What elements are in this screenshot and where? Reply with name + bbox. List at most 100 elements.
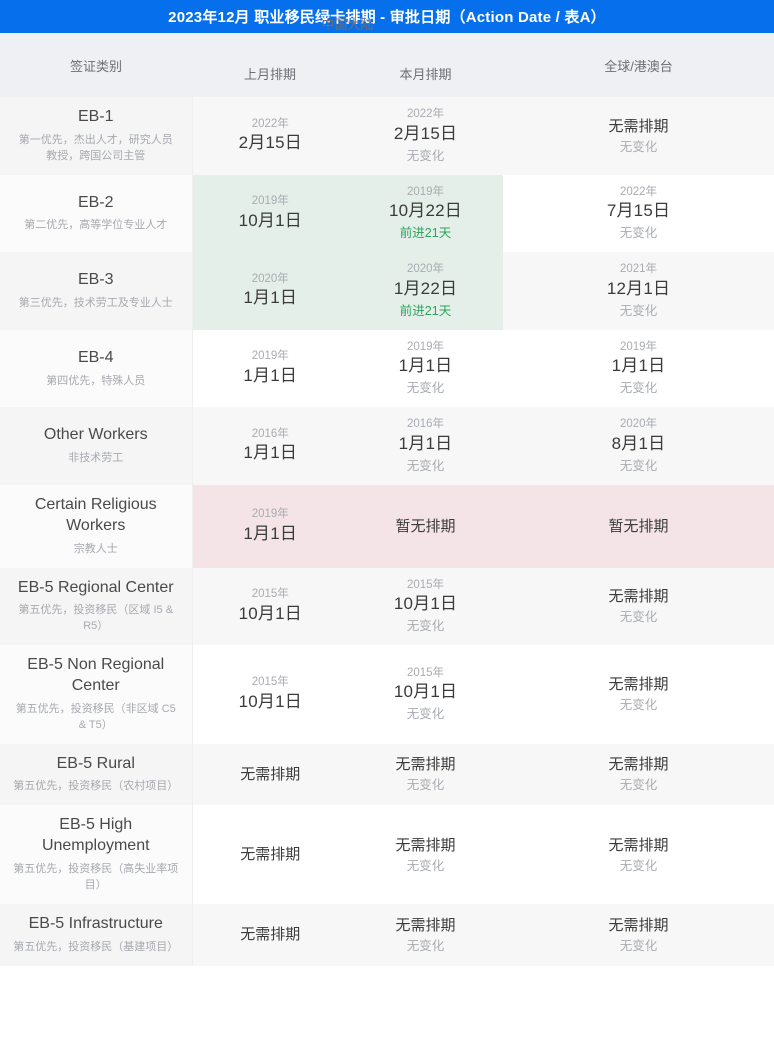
- table-row: EB-5 High Unemployment 第五优先，投资移民（高失业率项目） 无…: [0, 805, 774, 904]
- cell-curr: 2019年 1月1日 无变化: [348, 330, 503, 408]
- date-change-note: 无变化: [406, 938, 445, 953]
- date-year: 2019年: [251, 508, 289, 521]
- date-year: 2015年: [251, 588, 289, 601]
- table-row: EB-4 第四优先，特殊人员 2019年 1月1日 2019年 1月1日 无变化 2019年 1…: [0, 329, 774, 408]
- date-change-note: 无变化: [619, 610, 658, 625]
- date-day: 1月1日: [243, 288, 298, 308]
- header-cell-curr-month: 本月排期: [348, 33, 503, 97]
- table-row: EB-3 第三优先，技术劳工及专业人士 2020年 1月1日 2020年 1月22日 前进2…: [0, 252, 774, 330]
- cell-global: 2019年 1月1日 无变化: [503, 330, 774, 408]
- table-body: EB-1 第一优先，杰出人才，研究人员 教授，跨国公司主管 2022年 2月15日 202…: [0, 97, 774, 966]
- date-status: 暂无排期: [608, 517, 669, 535]
- category-description: 第五优先，投资移民（区域 I5 & R5）: [18, 604, 174, 633]
- cell-prev: 2019年 10月1日: [192, 174, 348, 253]
- date-day: 1月1日: [243, 365, 298, 385]
- category-name: Certain Religious Workers: [34, 495, 157, 534]
- cell-prev: 无需排期: [192, 805, 348, 903]
- date-year: 2015年: [406, 666, 445, 679]
- table-row: EB-5 Regional Center 第五优先，投资移民（区域 I5 & R5…: [0, 567, 774, 646]
- date-status: 无需排期: [608, 676, 669, 694]
- date-change-note: 无变化: [619, 778, 658, 793]
- page-title: 2023年12月 职业移民绿卡排期 - 审批日期（Action Date / 表…: [0, 0, 774, 33]
- cell-category: EB-5 Infrastructure 第五优先，投资移民（基建项目）: [0, 903, 193, 966]
- cell-prev: 2022年 2月15日: [192, 97, 348, 175]
- date-day: 1月1日: [398, 433, 453, 453]
- header-cell-global: 全球/港澳台: [503, 33, 774, 97]
- visa-bulletin-table: 签证类别 上月排期 本月排期 全球/港澳台 EB-1 第一优先，杰出人才，研究人员…: [0, 33, 774, 966]
- cell-prev: 2015年 10月1日: [192, 645, 348, 743]
- date-day: 8月1日: [611, 433, 666, 453]
- date-change-note: 无变化: [406, 619, 445, 634]
- cell-curr: 2016年 1月1日 无变化: [348, 407, 503, 485]
- cell-prev: 2016年 1月1日: [192, 407, 348, 485]
- date-status: 无需排期: [240, 766, 301, 784]
- category-name: EB-5 Rural: [56, 754, 135, 772]
- date-status: 无需排期: [608, 756, 669, 774]
- date-change-note: 无变化: [406, 148, 445, 163]
- date-change-note: 无变化: [619, 226, 658, 241]
- table-row: Other Workers 非技术劳工 2016年 1月1日 2016年 1月1日 无变化 2…: [0, 407, 774, 485]
- date-status: 暂无排期: [395, 517, 456, 535]
- date-change-note: 无变化: [406, 458, 445, 473]
- cell-prev: 无需排期: [192, 904, 348, 966]
- category-name: EB-5 Infrastructure: [28, 914, 163, 932]
- date-year: 2021年: [619, 263, 658, 276]
- cell-curr: 2020年 1月22日 前进21天: [348, 252, 503, 330]
- cell-category: Certain Religious Workers 宗教人士: [0, 484, 193, 568]
- category-description: 第五优先，投资移民（基建项目）: [13, 940, 179, 953]
- cell-curr: 2015年 10月1日无变化: [348, 568, 503, 646]
- date-advance-note: 前进21天: [399, 226, 452, 241]
- category-description: 第三优先，技术劳工及专业人士: [18, 296, 173, 309]
- category-name: Other Workers: [43, 426, 148, 444]
- category-description: 第五优先，投资移民（农村项目）: [13, 780, 179, 793]
- cell-global: 2020年 8月1日 无变化: [503, 407, 774, 485]
- date-year: 2019年: [619, 340, 658, 353]
- table-row: EB-5 Infrastructure 第五优先，投资移民（基建项目） 无需排期 无需…: [0, 903, 774, 966]
- header-label-category: 签证类别: [69, 58, 122, 74]
- date-year: 2020年: [251, 272, 289, 285]
- cell-global: 无需排期 无变化: [503, 568, 774, 646]
- cell-category: EB-5 Non Regional Center 第五优先，投资移民（非区域 C5…: [0, 645, 193, 744]
- date-day: 7月15日: [606, 201, 671, 221]
- cell-curr: 2015年 10月1日 无变化: [348, 645, 503, 743]
- cell-prev: 2019年 1月1日: [192, 484, 348, 568]
- cell-global: 无需排期 无变化: [503, 805, 774, 903]
- cell-curr: 2019年 10月22日前进21天: [348, 174, 503, 253]
- cell-category: EB-3 第三优先，技术劳工及专业人士: [0, 252, 193, 330]
- cell-global: 暂无排期: [503, 484, 774, 568]
- cell-global: 无需排期 无变化: [503, 744, 774, 806]
- table-row: Certain Religious Workers 宗教人士 2019年 1月1日 暂无…: [0, 484, 774, 568]
- cell-category: Other Workers 非技术劳工: [0, 407, 193, 485]
- category-description: 第一优先，杰出人才，研究人员 教授，跨国公司主管: [18, 133, 173, 162]
- date-day: 2月15日: [393, 123, 458, 143]
- header-label-curr-month: 本月排期: [399, 67, 452, 82]
- date-status: 无需排期: [608, 588, 669, 606]
- cell-prev: 无需排期: [192, 744, 348, 806]
- date-status: 无需排期: [395, 836, 456, 854]
- date-year: 2015年: [406, 578, 445, 591]
- date-change-note: 无变化: [406, 858, 445, 873]
- table-row: EB-5 Rural 第五优先，投资移民（农村项目） 无需排期 无需排期 无变化 无需排期…: [0, 743, 774, 806]
- date-change-note: 无变化: [619, 938, 658, 953]
- cell-prev: 2019年 1月1日: [192, 330, 348, 408]
- date-year: 2022年: [251, 117, 289, 130]
- category-description: 第五优先，投资移民（非区域 C5 & T5）: [15, 702, 176, 731]
- cell-curr: 2022年 2月15日 无变化: [348, 97, 503, 175]
- date-year: 2022年: [619, 185, 658, 198]
- date-day: 10月22日: [388, 201, 463, 221]
- date-change-note: 无变化: [619, 139, 658, 154]
- header-label-prev-month: 上月排期: [243, 67, 296, 82]
- date-change-note: 无变化: [619, 303, 658, 318]
- date-advance-note: 前进21天: [399, 303, 452, 318]
- date-year: 2019年: [406, 185, 445, 198]
- cell-category: EB-5 Rural 第五优先，投资移民（农村项目）: [0, 743, 193, 806]
- header-label-global: 全球/港澳台: [604, 58, 673, 74]
- date-status: 无需排期: [240, 846, 301, 864]
- date-day: 10月1日: [393, 594, 458, 614]
- header-cell-category: 签证类别: [0, 33, 192, 97]
- category-description: 第二优先，高等学位专业人才: [24, 219, 168, 232]
- date-day: 1月1日: [611, 356, 666, 376]
- date-day: 10月1日: [238, 691, 302, 711]
- cell-global: 2021年 12月1日 无变化: [503, 252, 774, 330]
- table-row: EB-5 Non Regional Center 第五优先，投资移民（非区域 C5…: [0, 645, 774, 744]
